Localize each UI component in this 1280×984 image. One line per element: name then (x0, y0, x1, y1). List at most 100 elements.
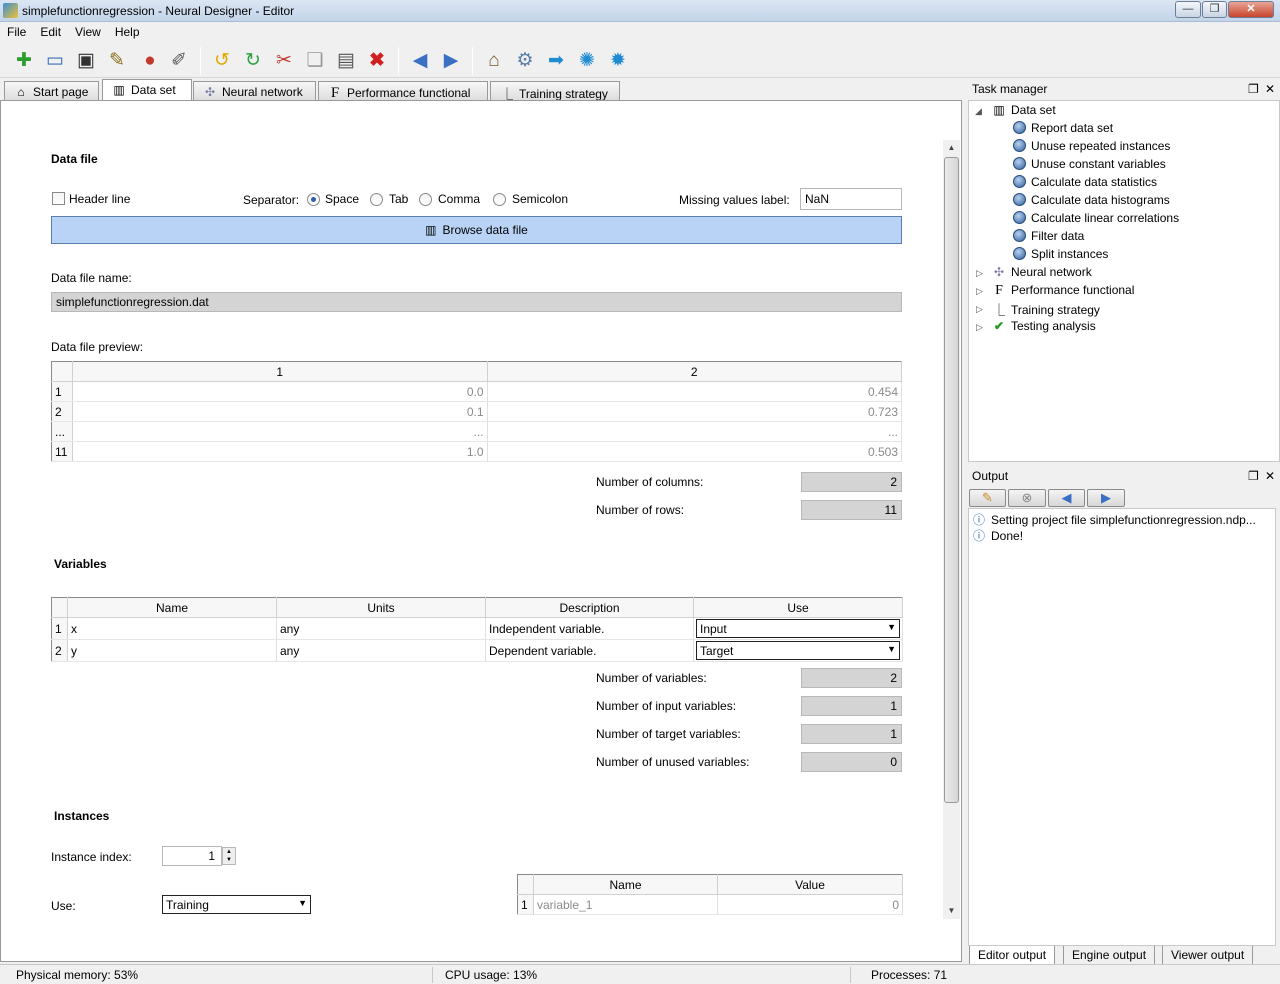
task-calculate-linear-correlations[interactable]: Calculate linear correlations (1011, 211, 1179, 225)
tab-performance-functional[interactable]: F Performance functional (318, 81, 488, 101)
header-line-checkbox[interactable] (52, 192, 65, 205)
tab-engine-output[interactable]: Engine output (1063, 946, 1156, 965)
output-header: Output ❐ ✕ (968, 466, 1280, 486)
task-calculate-data-histograms[interactable]: Calculate data histograms (1011, 193, 1170, 207)
scroll-up-icon[interactable]: ▲ (943, 140, 960, 156)
tree-data-set[interactable]: ▥ Data set (991, 103, 1055, 117)
task-calculate-data-statistics[interactable]: Calculate data statistics (1011, 175, 1157, 189)
close-window-button[interactable]: ✕ (1228, 1, 1274, 18)
task-report-data-set[interactable]: Report data set (1011, 121, 1113, 135)
instance-use-select[interactable]: Training ▼ (162, 895, 311, 914)
dropdown-arrow-icon: ▼ (887, 644, 896, 654)
missing-values-input[interactable]: NaN (800, 188, 902, 210)
settings-icon[interactable]: ⚙ (512, 48, 538, 74)
scroll-down-icon[interactable]: ▼ (943, 903, 960, 919)
rows-count-value: 11 (801, 500, 902, 520)
save-as-icon[interactable]: ✎ (104, 48, 130, 74)
dropdown-arrow-icon: ▼ (298, 898, 307, 908)
tab-training-strategy[interactable]: ⎿ Training strategy (490, 81, 620, 101)
copy-icon[interactable]: ❏ (302, 48, 328, 74)
delete-icon[interactable]: ✖ (364, 48, 390, 74)
restore-icon[interactable]: ❐ (1248, 469, 1259, 483)
forward-icon[interactable]: ▶ (438, 48, 464, 74)
variable-description-cell[interactable]: Dependent variable. (485, 639, 694, 662)
menu-file[interactable]: File (0, 22, 33, 39)
variable-units-cell[interactable]: any (276, 639, 486, 662)
tab-editor-output[interactable]: Editor output (969, 946, 1056, 965)
maximize-button[interactable]: ❐ (1202, 1, 1227, 18)
content-scrollbar[interactable]: ▲ ▼ (943, 140, 960, 919)
expand-icon[interactable]: ▷ (976, 322, 983, 333)
restore-icon[interactable]: ❐ (1248, 82, 1259, 96)
output-panel: ⓘ Setting project file simplefunctionregr… (968, 508, 1276, 946)
tree-testing-analysis[interactable]: ✔ Testing analysis (991, 319, 1096, 333)
edit-icon[interactable]: ✐ (166, 48, 192, 74)
expand-icon[interactable]: ▷ (976, 286, 983, 297)
tab-viewer-output[interactable]: Viewer output (1162, 946, 1254, 965)
tab-data-set[interactable]: ▥ Data set (102, 79, 192, 101)
collapse-icon[interactable]: ◢ (975, 106, 982, 117)
tree-performance-functional[interactable]: F Performance functional (991, 283, 1134, 299)
task-unuse-repeated-instances[interactable]: Unuse repeated instances (1011, 139, 1170, 153)
separator-tab-radio[interactable] (370, 193, 383, 206)
separator-label: Separator: (243, 193, 300, 207)
editor-tabs: ⌂ Start page ▥ Data set ✣ Neural network FP… (0, 79, 962, 101)
task-icon (1012, 157, 1026, 170)
close-icon[interactable]: ✕ (1265, 82, 1275, 96)
back-icon[interactable]: ◀ (407, 48, 433, 74)
data-file-name-label: Data file name: (51, 271, 132, 285)
close-icon[interactable]: ✕ (1265, 469, 1275, 483)
task-unuse-constant-variables[interactable]: Unuse constant variables (1011, 157, 1166, 171)
task-filter-data[interactable]: Filter data (1011, 229, 1084, 243)
menu-view[interactable]: View (68, 22, 108, 39)
variable-description-cell[interactable]: Independent variable. (485, 617, 694, 640)
next-button[interactable]: ▶ (1087, 489, 1125, 507)
title-bar: simplefunctionregression - Neural Design… (0, 0, 1280, 22)
cut-icon[interactable]: ✂ (271, 48, 297, 74)
separator-semicolon-radio[interactable] (493, 193, 506, 206)
expand-icon[interactable]: ▷ (976, 268, 983, 279)
database-icon: ▥ (113, 83, 125, 97)
browse-data-file-button[interactable]: ▥ Browse data file (51, 216, 902, 244)
instance-index-spinner[interactable]: ▲ ▼ (222, 847, 236, 865)
checkmark-icon: ✔ (993, 319, 1005, 333)
report-icon[interactable]: ✺ (574, 48, 600, 74)
help-icon[interactable]: ✹ (605, 48, 631, 74)
variable-use-select[interactable]: Target ▼ (696, 641, 900, 660)
undo-icon[interactable]: ↺ (209, 48, 235, 74)
tab-start-page[interactable]: ⌂ Start page (4, 81, 99, 101)
task-icon (1012, 229, 1026, 242)
function-icon: F (995, 283, 1003, 298)
paste-icon[interactable]: ▤ (333, 48, 359, 74)
expand-icon[interactable]: ▷ (976, 304, 983, 315)
menu-help[interactable]: Help (108, 22, 147, 39)
separator-space-radio[interactable] (307, 193, 320, 206)
variable-name-cell[interactable]: y (67, 639, 277, 662)
tree-training-strategy[interactable]: ⎿ Training strategy (991, 301, 1100, 318)
home-icon[interactable]: ⌂ (481, 48, 507, 74)
close-project-icon[interactable]: ● (137, 48, 163, 74)
column-header: 1 (72, 361, 488, 382)
tree-neural-network[interactable]: ✣ Neural network (991, 265, 1092, 279)
task-split-instances[interactable]: Split instances (1011, 247, 1108, 261)
run-icon[interactable]: ➡ (543, 48, 569, 74)
separator-comma-radio[interactable] (419, 193, 432, 206)
save-icon[interactable]: ▣ (73, 48, 99, 74)
instance-index-input[interactable]: 1 (162, 846, 222, 866)
clear-output-button[interactable]: ✎ (969, 489, 1006, 507)
task-icon (1012, 193, 1026, 206)
stop-button[interactable]: ⊗ (1008, 489, 1046, 507)
scroll-thumb[interactable] (944, 157, 959, 803)
new-project-icon[interactable]: ✚ (11, 48, 37, 74)
open-icon[interactable]: ▭ (42, 48, 68, 74)
variable-use-select[interactable]: Input ▼ (696, 619, 900, 638)
variables-heading: Variables (54, 557, 107, 571)
menu-edit[interactable]: Edit (33, 22, 68, 39)
variable-name-cell[interactable]: x (67, 617, 277, 640)
variable-units-cell[interactable]: any (276, 617, 486, 640)
minimize-button[interactable]: — (1175, 1, 1201, 18)
tab-neural-network[interactable]: ✣ Neural network (193, 81, 316, 101)
redo-icon[interactable]: ↻ (240, 48, 266, 74)
previous-button[interactable]: ◀ (1048, 489, 1085, 507)
output-title: Output (972, 469, 1009, 483)
